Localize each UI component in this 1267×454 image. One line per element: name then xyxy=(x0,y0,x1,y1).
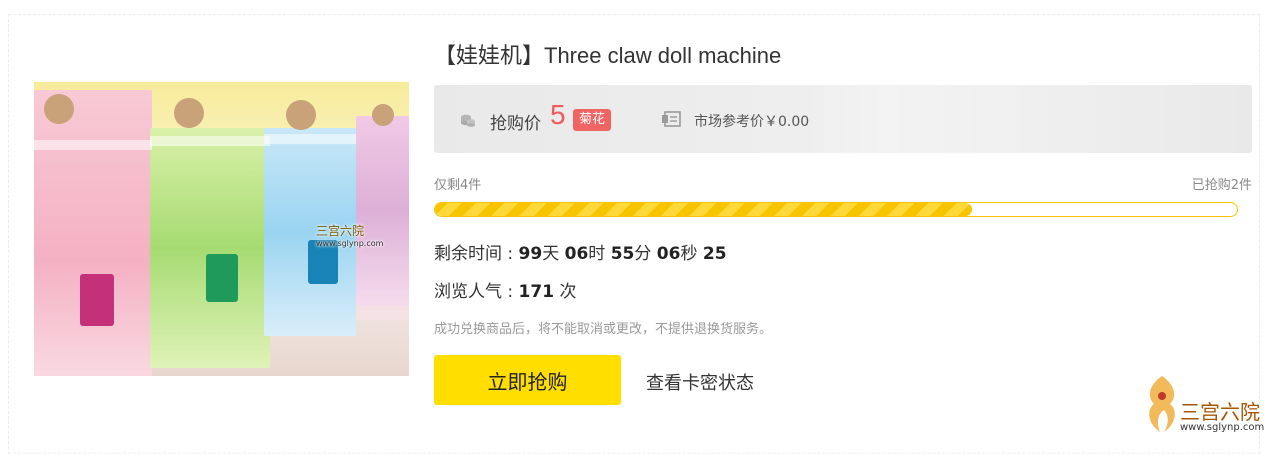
countdown-days-unit: 天 xyxy=(542,244,560,264)
buy-now-button[interactable]: 立即抢购 xyxy=(434,355,621,405)
logo-text: 三宫六院 xyxy=(1180,400,1260,424)
bear-icon xyxy=(372,104,394,126)
countdown-label: 剩余时间 : xyxy=(434,244,514,264)
stock-progress-fill xyxy=(435,203,973,216)
countdown-minutes: 55 xyxy=(610,244,635,264)
machine-door xyxy=(80,274,114,326)
countdown: 剩余时间 : 99天 06时 55分 06秒 25 xyxy=(434,239,727,264)
stock-remaining: 仅剩4件 xyxy=(434,178,482,193)
market-price: 市场参考价￥0.00 xyxy=(694,114,810,130)
bear-icon xyxy=(44,94,74,124)
view-count: 浏览人气 : 171 次 xyxy=(434,277,576,302)
views-number: 171 xyxy=(518,282,555,302)
countdown-hours-unit: 时 xyxy=(588,244,606,264)
bear-icon xyxy=(174,98,204,128)
exchange-notice: 成功兑换商品后，将不能取消或更改，不提供退换货服务。 xyxy=(434,322,773,337)
countdown-tenths: 25 xyxy=(702,244,727,264)
market-price-icon xyxy=(662,111,681,127)
machine-purple xyxy=(356,116,409,306)
views-unit: 次 xyxy=(559,282,577,302)
price-label: 抢购价 xyxy=(490,114,541,134)
machine-banner xyxy=(34,140,152,150)
machine-banner xyxy=(150,136,270,146)
machine-pink xyxy=(34,90,152,376)
price-value: 5 xyxy=(550,99,566,130)
countdown-days: 99 xyxy=(518,244,543,264)
countdown-hours: 06 xyxy=(564,244,589,264)
product-title: 【娃娃机】Three claw doll machine xyxy=(434,43,782,68)
bear-icon xyxy=(286,100,316,130)
machine-door xyxy=(206,254,238,302)
site-logo: 三宫六院 www.sglynp.com xyxy=(1140,372,1265,438)
countdown-seconds: 06 xyxy=(656,244,681,264)
stock-sold: 已抢购2件 xyxy=(1191,178,1252,193)
views-label: 浏览人气 : xyxy=(434,282,514,302)
product-image: 三宫六院 www.sglynp.com xyxy=(34,82,409,376)
countdown-minutes-unit: 分 xyxy=(634,244,652,264)
currency-badge: 菊花 xyxy=(573,109,612,131)
coins-icon xyxy=(461,114,475,127)
phoenix-logo-icon xyxy=(1149,376,1175,432)
machine-green xyxy=(150,128,270,368)
image-watermark: 三宫六院 www.sglynp.com xyxy=(316,224,384,248)
stock-progress-bar xyxy=(434,202,1238,217)
machine-banner xyxy=(264,134,356,144)
countdown-seconds-unit: 秒 xyxy=(680,244,698,264)
logo-url: www.sglynp.com xyxy=(1180,422,1265,433)
card-status-link[interactable]: 查看卡密状态 xyxy=(646,369,754,395)
price-box: 抢购价 5 菊花 市场参考价￥0.00 xyxy=(434,85,1252,153)
